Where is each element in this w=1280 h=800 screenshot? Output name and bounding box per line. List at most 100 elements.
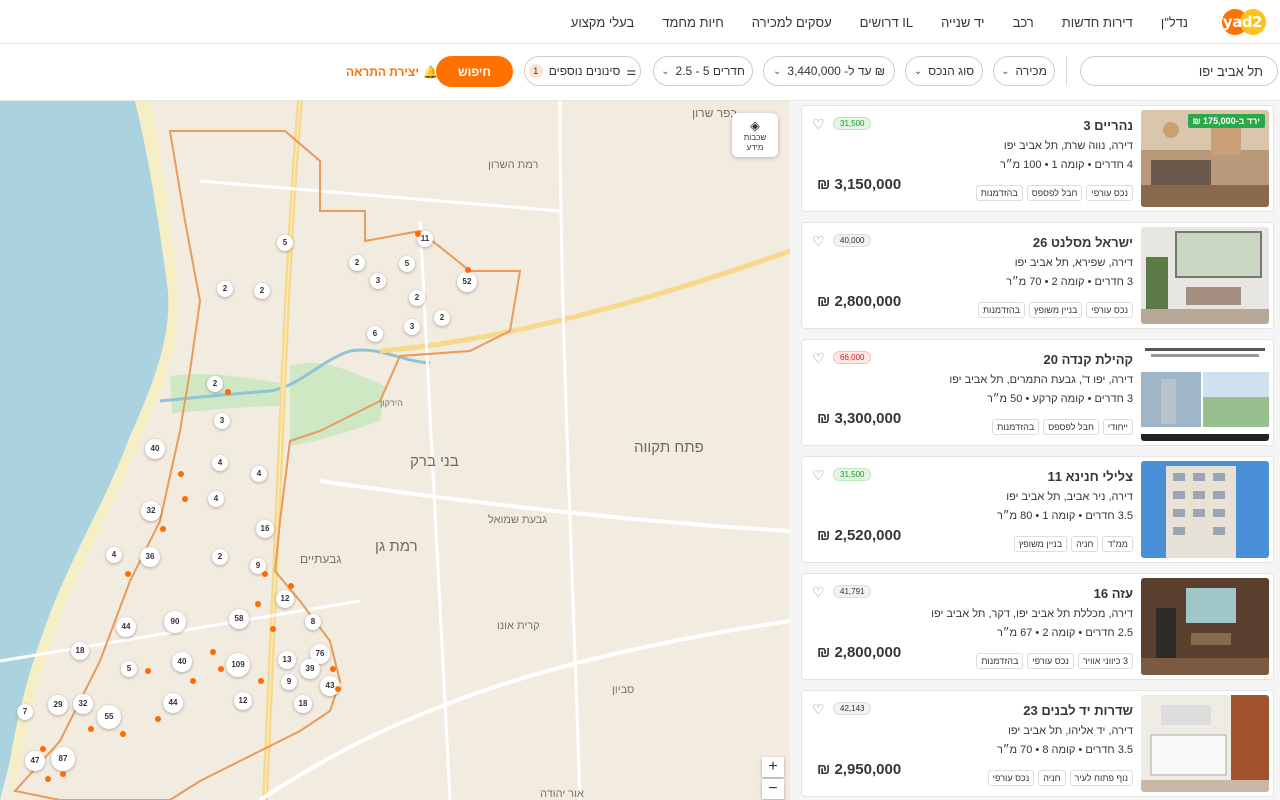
nav-item-jobs[interactable]: דרושים IL	[846, 15, 927, 30]
listing-card[interactable]: שדרות יד לבנים 23 דירה, יד אליהו, תל אבי…	[801, 690, 1274, 797]
map-cluster[interactable]: 7	[17, 704, 33, 720]
yad2-logo[interactable]: yad2	[1216, 7, 1268, 37]
map-listing-dot[interactable]	[145, 668, 151, 674]
create-alert-link[interactable]: 🔔 יצירת התראה	[346, 65, 438, 79]
map-listing-dot[interactable]	[178, 471, 184, 477]
map-cluster[interactable]: 5	[121, 661, 137, 677]
rooms-dropdown[interactable]: 2.5 - 5 חדרים ⌄	[653, 56, 753, 86]
favorite-heart-icon[interactable]: ♡	[812, 701, 825, 718]
nav-item-professionals[interactable]: בעלי מקצוע	[557, 15, 648, 30]
zoom-in-button[interactable]: +	[762, 757, 784, 777]
map-cluster[interactable]: 55	[97, 705, 121, 729]
map-listing-dot[interactable]	[190, 678, 196, 684]
listing-card[interactable]: קהילת קנדה 20 דירה, יפו ד', גבעת התמרים,…	[801, 339, 1274, 446]
map-cluster[interactable]: 2	[212, 549, 228, 565]
more-filters-button[interactable]: ⚌ סינונים נוספים 1	[524, 56, 641, 86]
map-cluster[interactable]: 2	[217, 281, 233, 297]
map-cluster[interactable]: 8	[305, 614, 321, 630]
map-cluster[interactable]: 2	[409, 290, 425, 306]
favorite-heart-icon[interactable]: ♡	[812, 233, 825, 250]
map-cluster[interactable]: 87	[51, 747, 75, 771]
map-cluster[interactable]: 2	[434, 310, 450, 326]
map-listing-dot[interactable]	[415, 231, 421, 237]
map-panel[interactable]: כפר שרון רמת השרון בני ברק פתח תקווה רמת…	[0, 101, 790, 800]
map-cluster[interactable]: 2	[207, 376, 223, 392]
map-listing-dot[interactable]	[218, 666, 224, 672]
map-listing-dot[interactable]	[155, 716, 161, 722]
map-cluster[interactable]: 12	[276, 590, 294, 608]
map-cluster[interactable]: 18	[294, 695, 312, 713]
map-listing-dot[interactable]	[255, 601, 261, 607]
map-cluster[interactable]: 4	[212, 455, 228, 471]
map-cluster[interactable]: 40	[172, 652, 192, 672]
map-cluster[interactable]: 4	[251, 466, 267, 482]
map-listing-dot[interactable]	[40, 746, 46, 752]
map-cluster[interactable]: 90	[164, 611, 186, 633]
property-type-dropdown[interactable]: סוג הנכס ⌄	[905, 56, 983, 86]
map-cluster[interactable]: 3	[214, 413, 230, 429]
map-cluster[interactable]: 32	[73, 694, 93, 714]
map-cluster[interactable]: 16	[256, 520, 274, 538]
map-cluster[interactable]: 39	[300, 659, 320, 679]
nav-item-realestate[interactable]: נדל"ן	[1147, 15, 1202, 30]
map-cluster[interactable]: 9	[281, 674, 297, 690]
map-listing-dot[interactable]	[330, 666, 336, 672]
map-listing-dot[interactable]	[88, 726, 94, 732]
nav-item-pets[interactable]: חיות מחמד	[648, 15, 738, 30]
map-listing-dot[interactable]	[125, 571, 131, 577]
map-layers-button[interactable]: ◈ שכבות מידע	[732, 113, 778, 157]
map-cluster[interactable]: 4	[106, 547, 122, 563]
map-cluster[interactable]: 3	[404, 319, 420, 335]
map-cluster[interactable]: 109	[226, 653, 250, 677]
map-cluster[interactable]: 18	[71, 642, 89, 660]
map-cluster[interactable]: 44	[163, 693, 183, 713]
city-search-input[interactable]	[1080, 56, 1278, 86]
map-listing-dot[interactable]	[120, 731, 126, 737]
map-cluster[interactable]: 2	[349, 255, 365, 271]
map-cluster[interactable]: 13	[278, 651, 296, 669]
listing-card[interactable]: ירד ב-175,000 ₪ נהריים 3 דירה, נווה שרת,…	[801, 105, 1274, 212]
map-cluster[interactable]: 40	[145, 439, 165, 459]
nav-item-secondhand[interactable]: יד שנייה	[927, 15, 998, 30]
map-listing-dot[interactable]	[60, 771, 66, 777]
map-cluster[interactable]: 32	[141, 501, 161, 521]
deal-type-dropdown[interactable]: מכירה ⌄	[993, 56, 1055, 86]
map-listing-dot[interactable]	[288, 583, 294, 589]
map-listing-dot[interactable]	[258, 678, 264, 684]
map-cluster[interactable]: 2	[254, 283, 270, 299]
map-cluster[interactable]: 52	[457, 272, 477, 292]
map-listing-dot[interactable]	[160, 526, 166, 532]
nav-item-vehicles[interactable]: רכב	[999, 15, 1048, 30]
listing-card[interactable]: עזה 16 דירה, מכללת תל אביב יפו, דקר, תל …	[801, 573, 1274, 680]
map-cluster[interactable]: 58	[229, 609, 249, 629]
map-listing-dot[interactable]	[335, 686, 341, 692]
nav-item-businesses[interactable]: עסקים למכירה	[738, 15, 846, 30]
map-cluster[interactable]: 5	[399, 256, 415, 272]
map-cluster[interactable]: 29	[48, 695, 68, 715]
favorite-heart-icon[interactable]: ♡	[812, 350, 825, 367]
zoom-out-button[interactable]: −	[762, 779, 784, 799]
map-cluster[interactable]: 3	[370, 273, 386, 289]
map-listing-dot[interactable]	[225, 389, 231, 395]
favorite-heart-icon[interactable]: ♡	[812, 467, 825, 484]
price-dropdown[interactable]: עד ל- 3,440,000 ₪ ⌄	[763, 56, 895, 86]
map-cluster[interactable]: 12	[234, 692, 252, 710]
nav-item-new-apartments[interactable]: דירות חדשות	[1048, 15, 1147, 30]
map-cluster[interactable]: 47	[25, 751, 45, 771]
map-listing-dot[interactable]	[182, 496, 188, 502]
map-listing-dot[interactable]	[465, 267, 471, 273]
map-listing-dot[interactable]	[262, 571, 268, 577]
map-cluster[interactable]: 44	[116, 617, 136, 637]
map-listing-dot[interactable]	[270, 626, 276, 632]
map-listing-dot[interactable]	[45, 776, 51, 782]
map-listing-dot[interactable]	[210, 649, 216, 655]
map-cluster[interactable]: 36	[140, 547, 160, 567]
favorite-heart-icon[interactable]: ♡	[812, 116, 825, 133]
map-cluster[interactable]: 5	[277, 235, 293, 251]
listing-card[interactable]: צלילי חנינא 11 דירה, ניר אביב, תל אביב י…	[801, 456, 1274, 563]
map-cluster[interactable]: 4	[208, 491, 224, 507]
favorite-heart-icon[interactable]: ♡	[812, 584, 825, 601]
map-cluster[interactable]: 6	[367, 326, 383, 342]
listing-card[interactable]: ישראל מסלנט 26 דירה, שפירא, תל אביב יפו …	[801, 222, 1274, 329]
search-button[interactable]: חיפוש	[436, 56, 513, 87]
